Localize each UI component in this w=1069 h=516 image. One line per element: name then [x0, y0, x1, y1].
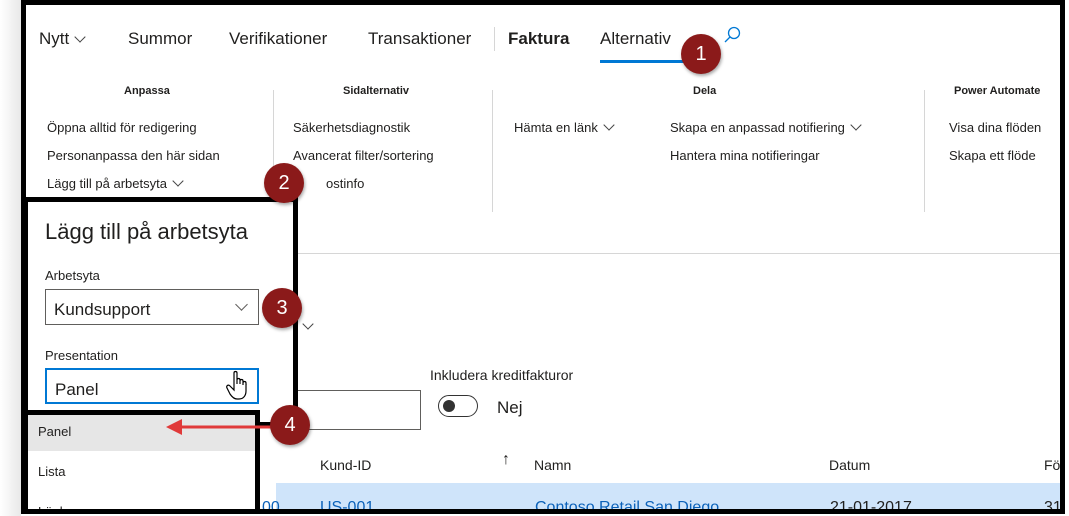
- dropdown-option-lista[interactable]: Lista: [28, 455, 255, 491]
- tab-transaktioner[interactable]: Transaktioner: [368, 29, 471, 49]
- column-header-truncated[interactable]: Fö: [1044, 457, 1060, 473]
- add-to-workspace-panel: Lägg till på arbetsyta Arbetsyta Kundsup…: [26, 197, 298, 427]
- cmd-label: Skapa en anpassad notifiering: [670, 120, 845, 135]
- cell-truncated: 31: [1044, 499, 1062, 514]
- cell-kund-id[interactable]: US-001: [320, 499, 374, 509]
- filter-input[interactable]: [296, 390, 421, 430]
- cmd-add-to-workspace[interactable]: Lägg till på arbetsyta: [47, 175, 184, 191]
- toggle-knob: [443, 400, 455, 412]
- action-pane-tabs: Nytt Summor Verifikationer Transaktioner…: [26, 5, 1060, 70]
- app-window: Nytt Summor Verifikationer Transaktioner…: [21, 0, 1065, 514]
- group-sidalternativ-title: Sidalternativ: [343, 85, 410, 97]
- presentation-label: Presentation: [45, 348, 118, 363]
- cmd-label: Lägg till på arbetsyta: [47, 176, 167, 191]
- arrow-pointer-icon: [166, 419, 274, 435]
- tab-label: Nytt: [39, 29, 70, 48]
- workspace-value: Kundsupport: [54, 300, 151, 319]
- cmd-advanced-filter[interactable]: Avancerat filter/sortering: [293, 148, 434, 163]
- group-power-automate-title: Power Automate: [954, 85, 1041, 97]
- group-dela-title: Dela: [693, 85, 717, 97]
- chevron-down-icon: [172, 175, 184, 187]
- search-icon[interactable]: [722, 25, 742, 45]
- cmd-custom-alert[interactable]: Skapa en anpassad notifiering: [670, 119, 862, 135]
- panel-title: Lägg till på arbetsyta: [45, 219, 249, 244]
- chevron-down-icon: [235, 298, 248, 311]
- workspace-select[interactable]: Kundsupport: [45, 289, 259, 325]
- column-header-namn[interactable]: Namn: [534, 457, 571, 473]
- chevron-down-icon: [74, 31, 86, 43]
- tab-faktura[interactable]: Faktura: [508, 29, 569, 49]
- cmd-record-info[interactable]: ostinfo: [326, 176, 364, 191]
- cell-prefix: 00: [262, 499, 280, 514]
- credit-invoices-value: Nej: [497, 398, 523, 417]
- cmd-create-flow[interactable]: Skapa ett flöde: [949, 148, 1036, 163]
- chevron-down-icon: [850, 119, 862, 131]
- chevron-down-icon[interactable]: [302, 318, 314, 330]
- presentation-value: Panel: [55, 380, 99, 399]
- sort-ascending-icon[interactable]: ↑: [502, 451, 510, 469]
- dropdown-option-lanka[interactable]: Länka: [28, 495, 255, 509]
- credit-invoices-label: Inkludera kreditfakturor: [430, 367, 574, 383]
- callout-badge: 1: [681, 34, 721, 74]
- cell-datum: 21-01-2017: [830, 499, 912, 514]
- group-anpassa-title: Anpassa: [124, 85, 170, 97]
- workspace-label: Arbetsyta: [45, 268, 100, 283]
- cmd-get-link[interactable]: Hämta en länk: [514, 119, 615, 135]
- tab-summor[interactable]: Summor: [128, 29, 192, 49]
- group-divider: [924, 90, 925, 212]
- callout-badge: 4: [270, 405, 310, 445]
- tab-nytt[interactable]: Nytt: [39, 29, 86, 49]
- window-shadow: [0, 0, 21, 516]
- cmd-open-edit[interactable]: Öppna alltid för redigering: [47, 120, 197, 135]
- tab-alternativ[interactable]: Alternativ: [600, 29, 671, 49]
- tab-verifikationer[interactable]: Verifikationer: [229, 29, 327, 49]
- group-divider: [492, 90, 493, 212]
- cmd-label: Hämta en länk: [514, 120, 598, 135]
- column-header-datum[interactable]: Datum: [829, 457, 870, 473]
- tab-divider: [494, 27, 495, 51]
- callout-badge: 2: [264, 163, 304, 203]
- cmd-security-diagnostics[interactable]: Säkerhetsdiagnostik: [293, 120, 410, 135]
- cmd-view-flows[interactable]: Visa dina flöden: [949, 120, 1041, 135]
- cmd-personalize[interactable]: Personanpassa den här sidan: [47, 148, 220, 163]
- column-header-kund-id[interactable]: Kund-ID: [320, 457, 371, 473]
- cmd-manage-alerts[interactable]: Hantera mina notifieringar: [670, 148, 820, 163]
- credit-invoices-toggle[interactable]: [438, 395, 478, 417]
- cell-namn[interactable]: Contoso Retail San Diego: [535, 499, 719, 509]
- hand-cursor-icon: [226, 370, 247, 400]
- chevron-down-icon: [603, 119, 615, 131]
- callout-badge: 3: [262, 288, 302, 328]
